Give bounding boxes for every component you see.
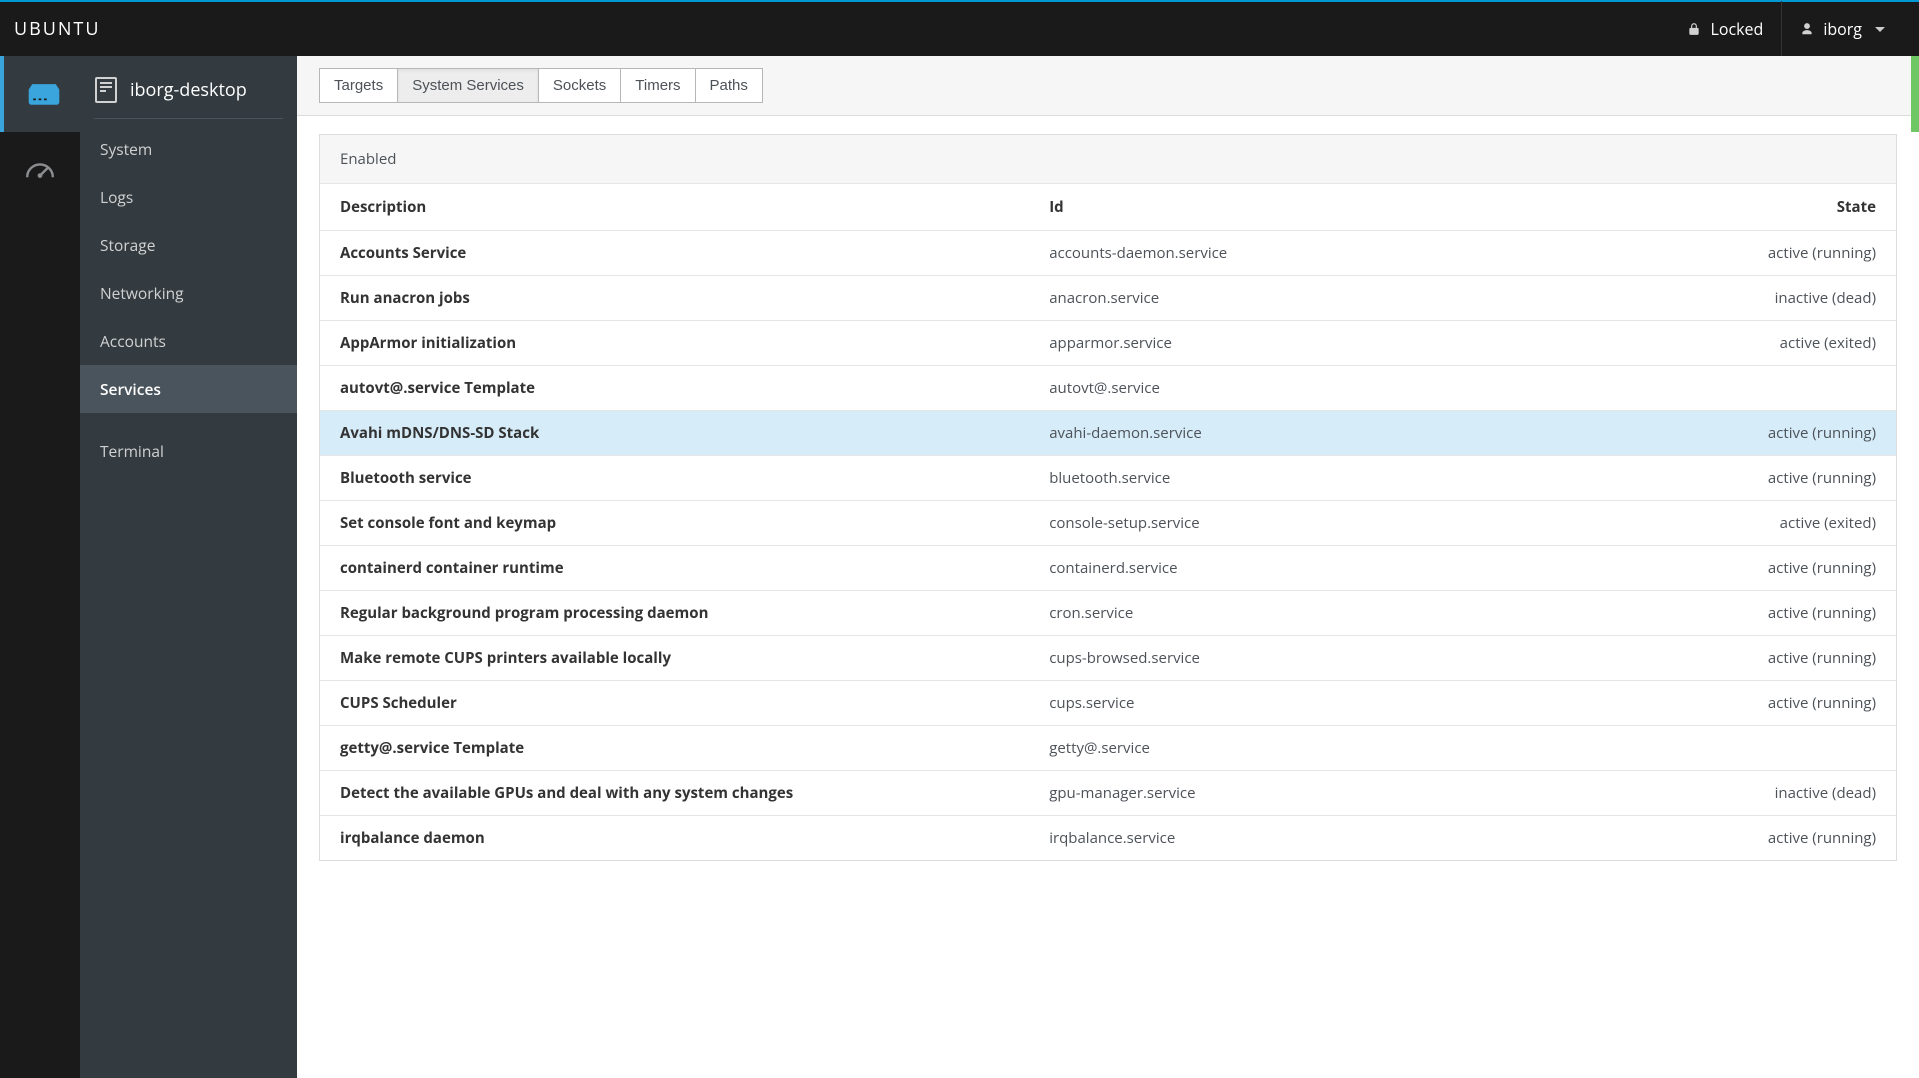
col-header-description[interactable]: Description bbox=[320, 184, 1029, 231]
locked-label: Locked bbox=[1710, 18, 1763, 40]
brand-label: UBUNTU bbox=[14, 17, 100, 41]
service-description: Set console font and keymap bbox=[320, 501, 1029, 546]
table-row[interactable]: getty@.service Templategetty@.service bbox=[320, 726, 1896, 771]
scrollbar[interactable] bbox=[1911, 56, 1919, 132]
service-id: gpu-manager.service bbox=[1029, 771, 1533, 816]
service-id: apparmor.service bbox=[1029, 321, 1533, 366]
service-description: Bluetooth service bbox=[320, 456, 1029, 501]
service-state: active (running) bbox=[1534, 816, 1897, 861]
table-row[interactable]: Set console font and keymapconsole-setup… bbox=[320, 501, 1896, 546]
service-id: irqbalance.service bbox=[1029, 816, 1533, 861]
service-id: cups-browsed.service bbox=[1029, 636, 1533, 681]
table-row[interactable]: Run anacron jobsanacron.serviceinactive … bbox=[320, 276, 1896, 321]
service-description: Accounts Service bbox=[320, 231, 1029, 276]
sidebar-item-storage[interactable]: Storage bbox=[80, 221, 297, 269]
service-id: avahi-daemon.service bbox=[1029, 411, 1533, 456]
service-description: Regular background program processing da… bbox=[320, 591, 1029, 636]
service-state: active (exited) bbox=[1534, 501, 1897, 546]
service-id: containerd.service bbox=[1029, 546, 1533, 591]
service-id: autovt@.service bbox=[1029, 366, 1533, 411]
chevron-down-icon bbox=[1875, 27, 1885, 32]
tab-services[interactable]: System Services bbox=[398, 68, 539, 103]
user-menu[interactable]: iborg bbox=[1781, 1, 1903, 57]
host-icon bbox=[94, 76, 118, 104]
table-row[interactable]: Avahi mDNS/DNS-SD Stackavahi-daemon.serv… bbox=[320, 411, 1896, 456]
service-description: irqbalance daemon bbox=[320, 816, 1029, 861]
navigation-rail bbox=[0, 56, 80, 1078]
service-state: active (running) bbox=[1534, 636, 1897, 681]
host-header[interactable]: iborg-desktop bbox=[80, 56, 297, 118]
service-description: getty@.service Template bbox=[320, 726, 1029, 771]
top-navbar: UBUNTU Locked iborg bbox=[0, 0, 1919, 56]
sidebar: iborg-desktop SystemLogsStorageNetworkin… bbox=[80, 56, 297, 1078]
col-header-id[interactable]: Id bbox=[1029, 184, 1533, 231]
table-row[interactable]: Detect the available GPUs and deal with … bbox=[320, 771, 1896, 816]
service-id: console-setup.service bbox=[1029, 501, 1533, 546]
tab-paths[interactable]: Paths bbox=[696, 68, 763, 103]
table-row[interactable]: containerd container runtimecontainerd.s… bbox=[320, 546, 1896, 591]
rail-item-dashboard[interactable] bbox=[0, 132, 80, 208]
service-state: active (running) bbox=[1534, 546, 1897, 591]
tab-timers[interactable]: Timers bbox=[621, 68, 695, 103]
services-table: Description Id State Accounts Serviceacc… bbox=[320, 183, 1896, 860]
service-state bbox=[1534, 726, 1897, 771]
service-id: cron.service bbox=[1029, 591, 1533, 636]
service-description: Make remote CUPS printers available loca… bbox=[320, 636, 1029, 681]
services-panel: Enabled Description Id State Accounts Se… bbox=[319, 134, 1897, 861]
table-row[interactable]: AppArmor initializationapparmor.servicea… bbox=[320, 321, 1896, 366]
divider bbox=[94, 118, 283, 119]
lock-icon bbox=[1687, 22, 1701, 36]
table-row[interactable]: Accounts Serviceaccounts-daemon.servicea… bbox=[320, 231, 1896, 276]
dashboard-icon bbox=[24, 158, 56, 182]
content-area: TargetsSystem ServicesSocketsTimersPaths… bbox=[297, 56, 1919, 1078]
panel-title: Enabled bbox=[320, 135, 1896, 183]
sidebar-item-terminal[interactable]: Terminal bbox=[80, 427, 297, 475]
service-id: bluetooth.service bbox=[1029, 456, 1533, 501]
table-row[interactable]: irqbalance daemonirqbalance.serviceactiv… bbox=[320, 816, 1896, 861]
privilege-lock[interactable]: Locked bbox=[1669, 1, 1781, 57]
service-description: CUPS Scheduler bbox=[320, 681, 1029, 726]
service-id: cups.service bbox=[1029, 681, 1533, 726]
service-state: active (running) bbox=[1534, 411, 1897, 456]
service-id: accounts-daemon.service bbox=[1029, 231, 1533, 276]
service-id: getty@.service bbox=[1029, 726, 1533, 771]
service-state: active (running) bbox=[1534, 681, 1897, 726]
table-row[interactable]: CUPS Schedulercups.serviceactive (runnin… bbox=[320, 681, 1896, 726]
service-state: active (running) bbox=[1534, 231, 1897, 276]
tab-sockets[interactable]: Sockets bbox=[539, 68, 621, 103]
service-state: active (running) bbox=[1534, 456, 1897, 501]
tab-targets[interactable]: Targets bbox=[319, 68, 398, 103]
service-description: Detect the available GPUs and deal with … bbox=[320, 771, 1029, 816]
service-state: inactive (dead) bbox=[1534, 276, 1897, 321]
service-state: active (running) bbox=[1534, 591, 1897, 636]
sidebar-item-services[interactable]: Services bbox=[80, 365, 297, 413]
host-name: iborg-desktop bbox=[130, 78, 247, 102]
service-description: Avahi mDNS/DNS-SD Stack bbox=[320, 411, 1029, 456]
sidebar-item-networking[interactable]: Networking bbox=[80, 269, 297, 317]
user-name: iborg bbox=[1823, 18, 1862, 40]
table-row[interactable]: Make remote CUPS printers available loca… bbox=[320, 636, 1896, 681]
service-description: Run anacron jobs bbox=[320, 276, 1029, 321]
tabs-bar: TargetsSystem ServicesSocketsTimersPaths bbox=[297, 56, 1919, 116]
service-id: anacron.service bbox=[1029, 276, 1533, 321]
user-icon bbox=[1800, 22, 1814, 36]
col-header-state[interactable]: State bbox=[1534, 184, 1897, 231]
table-row[interactable]: Regular background program processing da… bbox=[320, 591, 1896, 636]
service-state: active (exited) bbox=[1534, 321, 1897, 366]
server-icon bbox=[26, 82, 58, 106]
sidebar-item-system[interactable]: System bbox=[80, 125, 297, 173]
sidebar-item-logs[interactable]: Logs bbox=[80, 173, 297, 221]
table-row[interactable]: Bluetooth servicebluetooth.serviceactive… bbox=[320, 456, 1896, 501]
service-description: containerd container runtime bbox=[320, 546, 1029, 591]
table-row[interactable]: autovt@.service Templateautovt@.service bbox=[320, 366, 1896, 411]
sidebar-item-accounts[interactable]: Accounts bbox=[80, 317, 297, 365]
service-state bbox=[1534, 366, 1897, 411]
service-description: autovt@.service Template bbox=[320, 366, 1029, 411]
rail-item-server[interactable] bbox=[0, 56, 80, 132]
service-state: inactive (dead) bbox=[1534, 771, 1897, 816]
service-description: AppArmor initialization bbox=[320, 321, 1029, 366]
